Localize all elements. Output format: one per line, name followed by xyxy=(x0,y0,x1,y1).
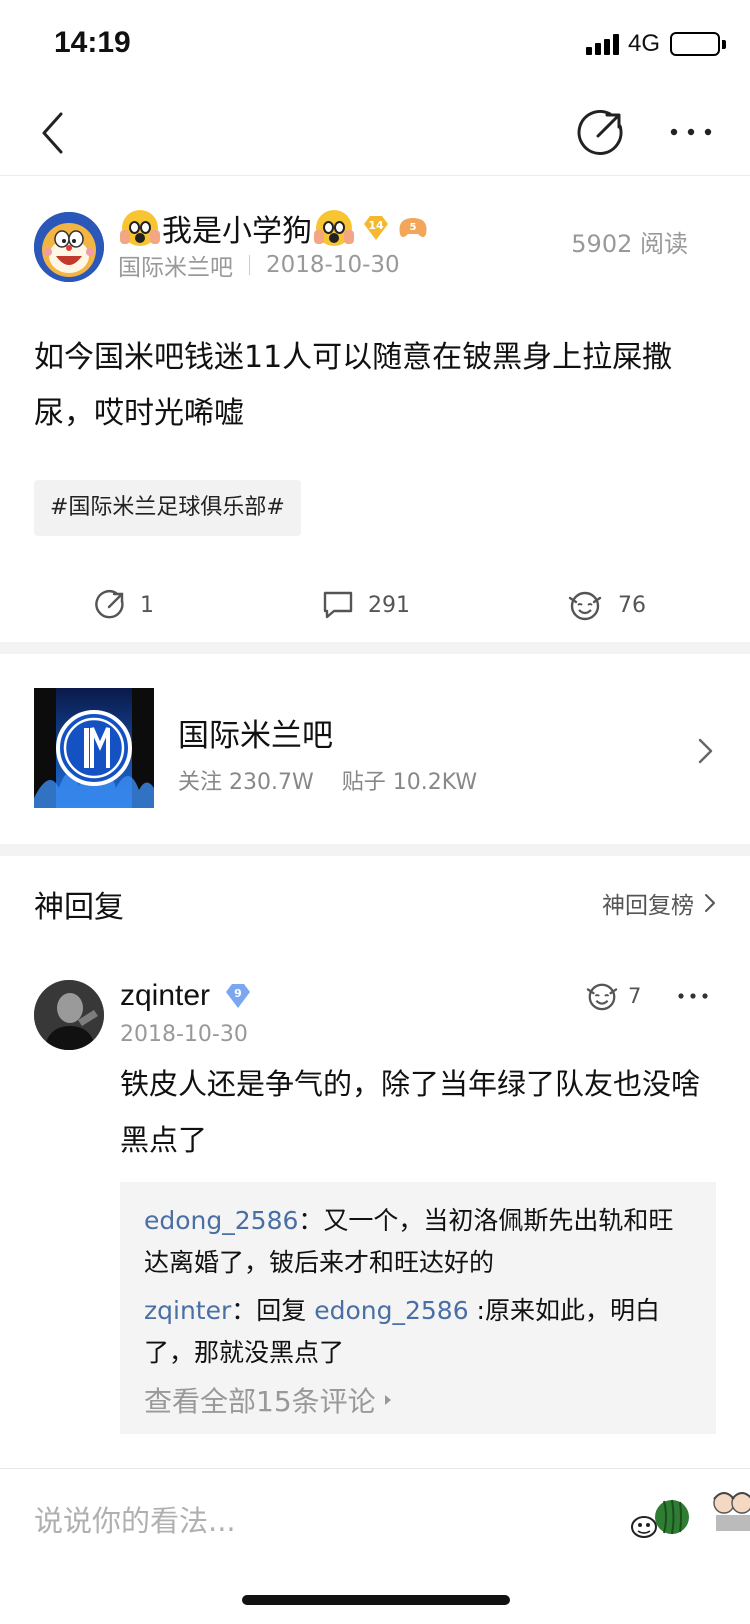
view-all-replies-link[interactable]: 查看全部15条评论 xyxy=(144,1380,692,1420)
section-divider xyxy=(0,642,750,654)
hot-replies-title: 神回复 xyxy=(34,890,124,925)
like-face-icon xyxy=(568,591,602,621)
reply-prefix: 回复 xyxy=(256,1296,315,1325)
share-count: 1 xyxy=(140,592,154,618)
status-time: 14:19 xyxy=(54,26,131,59)
post-header: 我是小学狗 14 5 国际米兰吧 2018-10-30 5902 阅读 xyxy=(0,176,750,296)
chevron-right-icon xyxy=(705,894,715,912)
chevron-left-icon xyxy=(42,112,63,154)
comment-like-count: 7 xyxy=(628,984,642,1008)
level-diamond-badge-icon: 9 xyxy=(226,984,251,1008)
bottom-comment-bar xyxy=(0,1468,750,1624)
like-count: 76 xyxy=(618,592,646,618)
commenter-avatar[interactable] xyxy=(34,980,104,1050)
network-label: 4G xyxy=(628,30,661,57)
forum-card-stats: 关注 230.7W 贴子 10.2KW xyxy=(178,764,477,796)
comment-like-button[interactable]: 7 xyxy=(584,980,641,1012)
forum-card[interactable]: 国际米兰吧 关注 230.7W 贴子 10.2KW xyxy=(0,654,750,844)
hot-replies-ranking-link[interactable]: 神回复榜 xyxy=(602,886,716,920)
like-action[interactable]: 76 xyxy=(566,580,646,630)
commenter-line: zqinter 9 xyxy=(120,974,254,1018)
comment-text: 铁皮人还是争气的，除了当年绿了队友也没啥黑点了 xyxy=(120,1067,701,1157)
post-forum-name[interactable]: 国际米兰吧 xyxy=(118,248,233,282)
author-name[interactable]: 我是小学狗 xyxy=(162,206,312,250)
battery-icon xyxy=(670,32,720,56)
read-count: 5902 阅读 xyxy=(571,230,688,258)
inter-logo-icon xyxy=(34,688,154,808)
person-photo-icon xyxy=(34,980,104,1050)
couple-sticker-icon[interactable] xyxy=(712,1485,750,1545)
author-game-badge: 5 xyxy=(410,222,417,233)
commenter-level: 9 xyxy=(234,987,242,1000)
reply-to-user[interactable]: edong_2586 xyxy=(314,1296,468,1325)
view-all-replies-label: 查看全部15条评论 xyxy=(144,1385,376,1418)
post-body: 如今国米吧钱迷11人可以随意在铍黑身上拉屎撒尿，哎时光唏嘘 xyxy=(34,340,673,431)
forum-posts: 贴子 10.2KW xyxy=(341,770,478,795)
reply-row: edong_2586：又一个，当初洛佩斯先出轨和旺达离婚了，铍后来才和旺达好的 xyxy=(144,1200,692,1284)
share-icon xyxy=(577,109,623,155)
hot-replies-ranking-label: 神回复榜 xyxy=(602,893,694,919)
meta-divider xyxy=(249,255,250,275)
back-button[interactable] xyxy=(30,108,80,158)
battery-tip xyxy=(722,40,726,49)
screaming-face-icon xyxy=(120,210,160,246)
comment-bubble-icon xyxy=(323,591,353,619)
more-button[interactable] xyxy=(666,112,716,152)
forum-logo xyxy=(34,688,154,808)
comment-count: 291 xyxy=(368,592,410,618)
status-bar: 14:19 4G xyxy=(0,0,750,90)
section-divider xyxy=(0,844,750,856)
reply-user[interactable]: edong_2586 xyxy=(144,1206,298,1235)
share-icon xyxy=(95,590,124,619)
diamond-level-badge-icon: 14 xyxy=(364,216,388,240)
doraemon-avatar-icon xyxy=(34,212,104,282)
like-face-icon xyxy=(586,983,618,1011)
reply-separator: ： xyxy=(231,1296,257,1325)
share-action[interactable]: 1 xyxy=(94,580,154,630)
nav-bar xyxy=(0,90,750,176)
share-button[interactable] xyxy=(574,106,628,160)
forum-followers: 关注 230.7W xyxy=(178,770,314,795)
caret-right-icon xyxy=(384,1395,391,1405)
post-date: 2018-10-30 xyxy=(266,252,400,278)
watermelon-sticker-icon[interactable] xyxy=(628,1487,692,1543)
reply-row: zqinter：回复 edong_2586 :原来如此，明白了，那就没黑点了 xyxy=(144,1290,692,1374)
reply-user[interactable]: zqinter xyxy=(144,1296,231,1325)
gamepad-badge-icon: 5 xyxy=(399,218,427,237)
comment-input[interactable] xyxy=(34,1491,594,1551)
topic-tag[interactable]: #国际米兰足球俱乐部# xyxy=(34,480,301,536)
comment-date: 2018-10-30 xyxy=(120,1022,248,1047)
screaming-face-icon xyxy=(314,210,354,246)
post-action-bar: 1 291 76 xyxy=(0,570,750,640)
hot-replies-header: 神回复 神回复榜 xyxy=(0,856,750,946)
more-dots-icon xyxy=(670,128,712,136)
replies-box: edong_2586：又一个，当初洛佩斯先出轨和旺达离婚了，铍后来才和旺达好的 … xyxy=(120,1182,716,1434)
signal-icon xyxy=(586,33,622,55)
comment-action[interactable]: 291 xyxy=(322,580,410,630)
author-line[interactable]: 我是小学狗 14 5 xyxy=(120,206,428,250)
author-avatar[interactable] xyxy=(34,212,104,282)
forum-card-name: 国际米兰吧 xyxy=(178,718,333,754)
commenter-name[interactable]: zqinter xyxy=(120,979,210,1013)
chevron-right-icon xyxy=(698,738,713,764)
post-meta: 国际米兰吧 2018-10-30 xyxy=(118,248,400,282)
author-badge-level: 14 xyxy=(368,219,384,232)
home-indicator xyxy=(242,1595,510,1605)
comment-more-dots-icon[interactable] xyxy=(676,986,710,1006)
reply-separator: ： xyxy=(298,1206,324,1235)
